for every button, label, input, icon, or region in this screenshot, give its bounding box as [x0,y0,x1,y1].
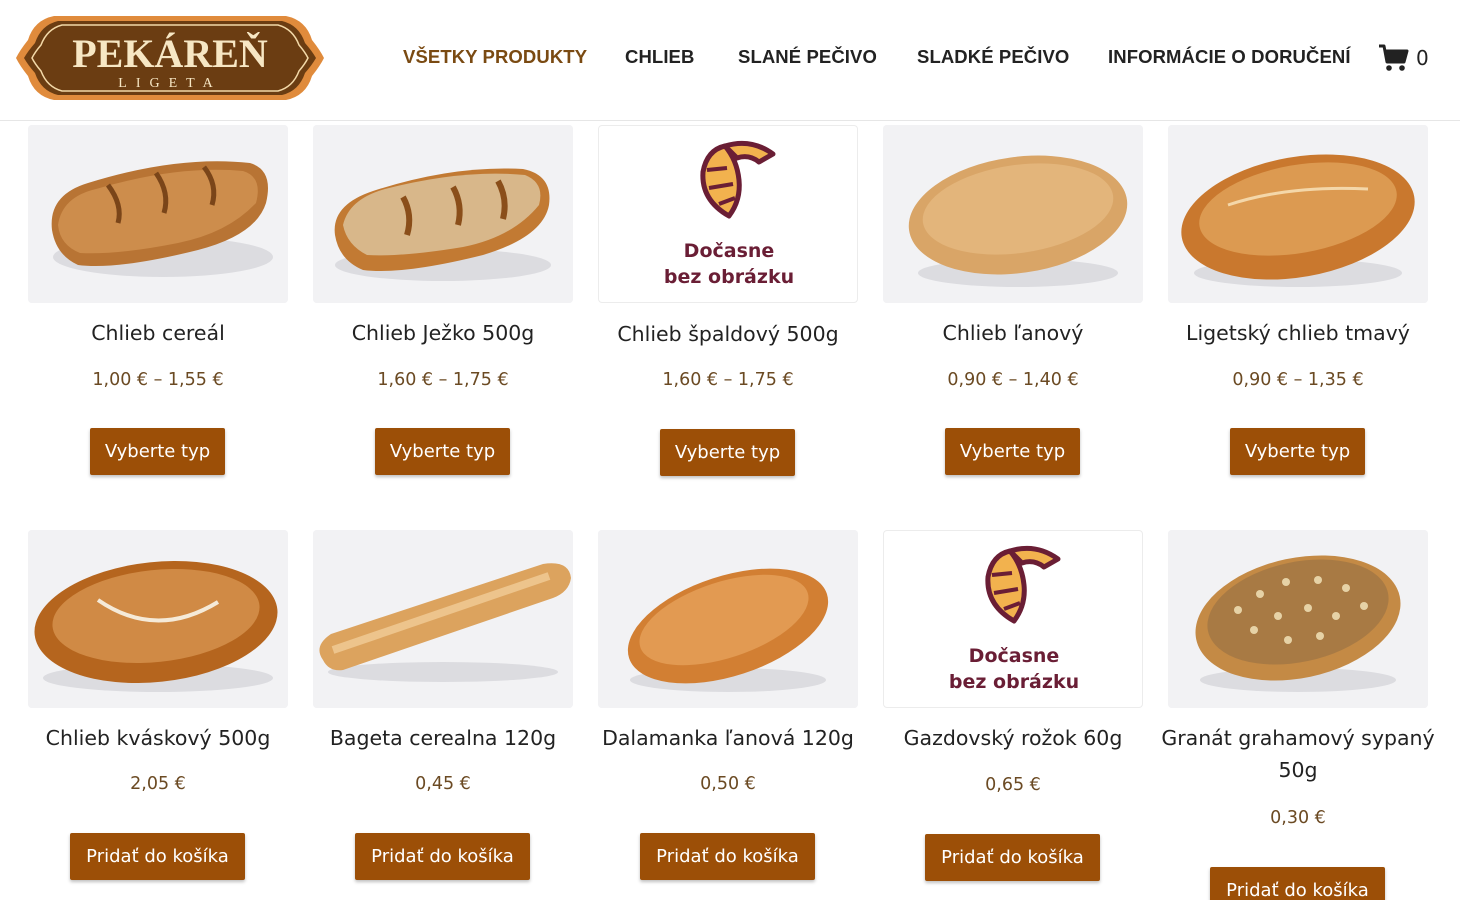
croissant-icon [985,545,1061,624]
product-image[interactable] [883,125,1143,303]
product-image[interactable] [313,530,573,708]
product-price: 0,90 € – 1,35 € [1232,370,1364,390]
site-header: PEKÁREŇ LIGETA VŠETKY PRODUKTY CHLIEB SL… [0,0,1460,121]
nav-all-products[interactable]: VŠETKY PRODUKTY [403,46,587,68]
product-image[interactable] [313,125,573,303]
product-image[interactable] [598,530,858,708]
nav-delivery-info[interactable]: INFORMÁCIE O DORUČENÍ [1108,46,1351,68]
product-title[interactable]: Chlieb ľanový [863,317,1163,349]
brand-logo[interactable]: PEKÁREŇ LIGETA [14,10,326,106]
placeholder-line1: Dočasne [684,240,775,262]
placeholder-line2: bez obrázku [664,266,794,288]
select-type-button[interactable]: Vyberte typ [90,428,225,475]
product-title-line2[interactable]: 50g [1148,754,1448,786]
product-title[interactable]: Gazdovský rožok 60g [863,722,1163,754]
product-price: 1,60 € – 1,75 € [377,370,509,390]
logo-subtitle: LIGETA [118,76,221,91]
logo-name: PEKÁREŇ [72,31,268,76]
product-title[interactable]: Ligetský chlieb tmavý [1148,317,1448,349]
product-price: 0,30 € [1270,808,1326,828]
add-to-cart-button[interactable]: Pridať do košíka [925,834,1100,881]
cart-count: 0 [1416,46,1429,70]
product-price: 0,65 € [985,775,1041,795]
select-type-button[interactable]: Vyberte typ [375,428,510,475]
select-type-button[interactable]: Vyberte typ [660,429,795,476]
nav-sweet-pastry[interactable]: SLADKÉ PEČIVO [917,46,1069,68]
product-title[interactable]: Granát grahamový sypaný [1148,722,1448,754]
logo-badge: PEKÁREŇ LIGETA [16,16,324,100]
product-image-placeholder[interactable]: Dočasne bez obrázku [883,530,1143,708]
select-type-button[interactable]: Vyberte typ [1230,428,1365,475]
product-price: 0,50 € [700,774,756,794]
product-title[interactable]: Dalamanka ľanová 120g [578,722,878,754]
cart-button[interactable]: 0 [1378,40,1429,76]
product-image[interactable] [1168,125,1428,303]
product-title[interactable]: Bageta cerealna 120g [293,722,593,754]
croissant-icon [700,140,776,219]
nav-bread[interactable]: CHLIEB [625,46,694,68]
product-price: 0,45 € [415,774,471,794]
product-title[interactable]: Chlieb kváskový 500g [8,722,308,754]
product-price: 1,60 € – 1,75 € [662,370,794,390]
product-title[interactable]: Chlieb Ježko 500g [293,317,593,349]
add-to-cart-button[interactable]: Pridať do košíka [70,833,245,880]
product-title[interactable]: Chlieb cereál [8,317,308,349]
add-to-cart-button[interactable]: Pridať do košíka [640,833,815,880]
product-image[interactable] [28,530,288,708]
placeholder-line2: bez obrázku [949,671,1079,693]
product-image[interactable] [28,125,288,303]
select-type-button[interactable]: Vyberte typ [945,428,1080,475]
nav-savory-pastry[interactable]: SLANÉ PEČIVO [738,46,877,68]
product-price: 2,05 € [130,774,186,794]
add-to-cart-button[interactable]: Pridať do košíka [355,833,530,880]
cart-icon [1379,44,1409,71]
product-image-placeholder[interactable]: Dočasne bez obrázku [598,125,858,303]
product-title[interactable]: Chlieb špaldový 500g [578,318,878,350]
placeholder-line1: Dočasne [969,645,1060,667]
product-price: 1,00 € – 1,55 € [92,370,224,390]
add-to-cart-button[interactable]: Pridať do košíka [1210,867,1385,900]
product-image[interactable] [1168,530,1428,708]
product-price: 0,90 € – 1,40 € [947,370,1079,390]
